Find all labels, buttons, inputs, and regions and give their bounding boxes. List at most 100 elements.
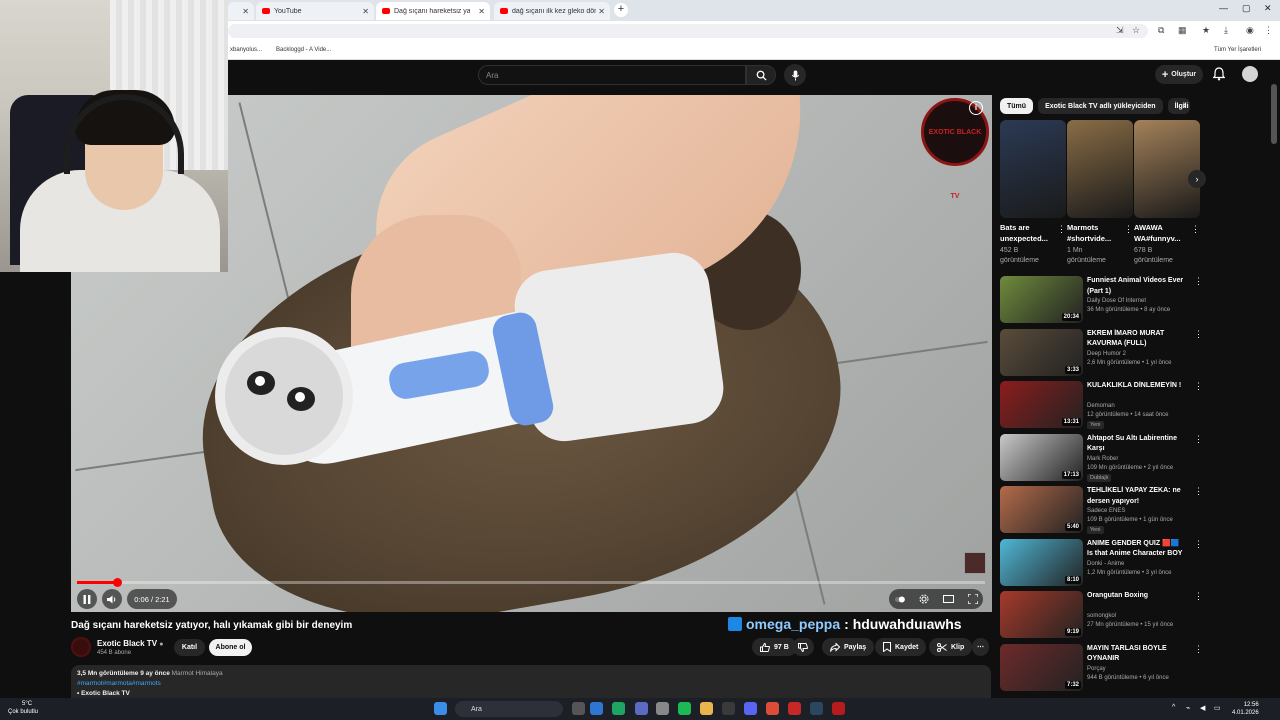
puzzle-icon[interactable]: ▦	[1178, 25, 1187, 36]
endscreen-thumb[interactable]	[964, 552, 986, 574]
maximize-icon[interactable]: ▢	[1242, 3, 1251, 14]
rec-channel[interactable]: Daily Dose Of Internet	[1087, 298, 1146, 304]
game-launcher-icon[interactable]	[788, 702, 801, 715]
recommended-video[interactable]: 7:32 MAYIN TARLASI BÖYLE OYNANIR Porçay 944…	[1000, 643, 1203, 692]
new-tab-button[interactable]: +	[614, 3, 628, 17]
description-hashtags[interactable]: #marmot#marmota#marmots	[77, 680, 161, 687]
short-item[interactable]: AWAWA WA#funnyv... 678 B görüntüleme ⋮	[1134, 120, 1200, 266]
spotify-icon[interactable]	[678, 702, 691, 715]
rec-title[interactable]: KULAKLIKLA DİNLEMEYİN !	[1087, 381, 1187, 392]
rec-channel[interactable]: somongkol	[1087, 613, 1116, 619]
bookmark-star-icon[interactable]: ☆	[1132, 25, 1140, 36]
rec-channel[interactable]: Deep Humor 2	[1087, 351, 1126, 357]
menu-dots-icon[interactable]: ⋮	[1264, 25, 1273, 36]
video-thumbnail[interactable]: 5:40	[1000, 486, 1083, 533]
omnibox[interactable]	[228, 24, 1148, 38]
more-vert-icon[interactable]: ⋮	[1194, 276, 1203, 287]
battery-icon[interactable]: ▭	[1214, 704, 1221, 712]
rec-title[interactable]: EKREM İMARO MURAT KAVURMA (FULL)	[1087, 329, 1187, 350]
join-button[interactable]: Katıl	[174, 639, 205, 656]
system-clock[interactable]: 12:56 4.01.2026	[1232, 701, 1259, 717]
video-thumbnail[interactable]: 3:33	[1000, 328, 1083, 376]
settings-gear-icon[interactable]	[919, 594, 929, 604]
recommended-video[interactable]: 9:19 Orangutan Boxing somongkol 27 Mn görün…	[1000, 591, 1203, 639]
more-vert-icon[interactable]: ⋮	[1194, 591, 1203, 602]
tab-video-2[interactable]: dağ sıçanı ilk kez gleko döndü ✕	[494, 2, 610, 20]
close-icon[interactable]: ✕	[598, 7, 605, 16]
more-vert-icon[interactable]: ⋮	[1124, 224, 1133, 235]
short-title[interactable]: Bats are unexpected...	[1000, 222, 1056, 244]
recommended-video[interactable]: 5:40 TEHLİKELİ YAPAY ZEKA: ne dersen yapı…	[1000, 486, 1203, 534]
save-button[interactable]: Kaydet	[875, 638, 927, 656]
more-vert-icon[interactable]: ⋮	[1194, 434, 1203, 445]
theater-mode-icon[interactable]	[942, 595, 954, 603]
tab-video-current[interactable]: Dağ sıçanı hareketsiz yatıyor ✕	[376, 2, 490, 20]
recommended-video[interactable]: 3:33 EKREM İMARO MURAT KAVURMA (FULL) Deep…	[1000, 328, 1203, 377]
more-vert-icon[interactable]: ⋮	[1057, 224, 1066, 235]
close-icon[interactable]: ✕	[242, 7, 249, 16]
more-vert-icon[interactable]: ⋮	[1191, 224, 1200, 235]
teams-icon[interactable]	[635, 702, 648, 715]
chip-from-uploader[interactable]: Exotic Black TV adlı yükleyiciden	[1038, 98, 1163, 114]
video-thumbnail[interactable]: 9:19	[1000, 591, 1083, 638]
search-button[interactable]	[746, 65, 776, 85]
dislike-button[interactable]	[792, 638, 814, 656]
rec-title[interactable]: Funniest Animal Videos Ever (Part 1)	[1087, 276, 1187, 297]
short-thumbnail[interactable]	[1067, 120, 1133, 218]
extensions-icon[interactable]: ⧉	[1158, 25, 1164, 36]
xbox-icon[interactable]	[612, 702, 625, 715]
rec-channel[interactable]: Porçay	[1087, 666, 1106, 672]
video-thumbnail[interactable]: 17:13	[1000, 433, 1083, 481]
shorts-next-button[interactable]: ›	[1188, 170, 1206, 188]
tab-partial[interactable]: ✕	[228, 2, 254, 20]
notifications-bell-icon[interactable]	[1213, 67, 1225, 81]
more-vert-icon[interactable]: ⋮	[1194, 329, 1203, 340]
clip-button[interactable]: Klip	[929, 638, 973, 656]
rec-title[interactable]: Orangutan Boxing	[1087, 591, 1187, 602]
video-thumbnail[interactable]: 20:34	[1000, 276, 1083, 323]
share-button[interactable]: Paylaş	[822, 638, 875, 656]
close-window-icon[interactable]: ✕	[1264, 3, 1272, 14]
minimize-icon[interactable]: —	[1219, 3, 1228, 13]
fullscreen-icon[interactable]	[967, 594, 978, 604]
create-button[interactable]: + Oluştur	[1155, 65, 1203, 84]
task-view-icon[interactable]	[572, 702, 585, 715]
rec-title[interactable]: TEHLİKELİ YAPAY ZEKA: ne dersen yapıyor!	[1087, 486, 1187, 507]
channel-name[interactable]: Exotic Black TV ●	[97, 639, 164, 648]
tray-chevron-icon[interactable]: ^	[1172, 704, 1175, 711]
rec-channel[interactable]: Mark Rober	[1087, 456, 1118, 462]
windows-start-icon[interactable]	[434, 702, 447, 715]
video-thumbnail[interactable]: 13:31	[1000, 381, 1083, 428]
chrome-icon[interactable]	[766, 702, 779, 715]
channel-avatar[interactable]	[71, 637, 91, 657]
info-icon[interactable]: i	[969, 101, 983, 115]
edge-icon[interactable]	[590, 702, 603, 715]
recommended-video[interactable]: 13:31 KULAKLIKLA DİNLEMEYİN ! Demoman 12 gö…	[1000, 381, 1203, 429]
rec-title[interactable]: ANIME GENDER QUIZ 🟥🟦 Is that Anime Chara…	[1087, 539, 1187, 560]
close-icon[interactable]: ✕	[478, 7, 485, 16]
subscribe-button[interactable]: Abone ol	[209, 639, 252, 656]
short-item[interactable]: Bats are unexpected... 452 B görüntüleme…	[1000, 120, 1066, 266]
like-button[interactable]: 97 B	[752, 638, 797, 656]
account-avatar[interactable]	[1242, 66, 1258, 82]
autoplay-toggle-icon[interactable]	[894, 595, 905, 604]
video-thumbnail[interactable]: 8:10	[1000, 538, 1083, 586]
tab-youtube[interactable]: YouTube ✕	[256, 2, 374, 20]
search-input[interactable]: Ara	[478, 65, 746, 85]
voice-search-button[interactable]	[784, 64, 806, 86]
rec-channel[interactable]: Demoman	[1087, 403, 1115, 409]
short-title[interactable]: AWAWA WA#funnyv...	[1134, 222, 1190, 244]
folder-icon[interactable]	[700, 702, 713, 715]
short-thumbnail[interactable]	[1000, 120, 1066, 218]
progress-bar[interactable]	[77, 578, 985, 587]
recommended-video[interactable]: 20:34 Funniest Animal Videos Ever (Part 1…	[1000, 276, 1203, 324]
pause-button[interactable]	[77, 589, 97, 609]
network-icon[interactable]: ⌁	[1186, 704, 1190, 712]
more-vert-icon[interactable]: ⋮	[1194, 539, 1203, 550]
weather-widget[interactable]: 5°C Çok bulutlu	[8, 700, 38, 716]
terminal-icon[interactable]	[722, 702, 735, 715]
bookmark-item[interactable]: Backloggd - A Vide...	[276, 47, 331, 53]
chip-all[interactable]: Tümü	[1000, 98, 1034, 114]
volume-button[interactable]	[102, 589, 122, 609]
discord-icon[interactable]	[744, 702, 757, 715]
